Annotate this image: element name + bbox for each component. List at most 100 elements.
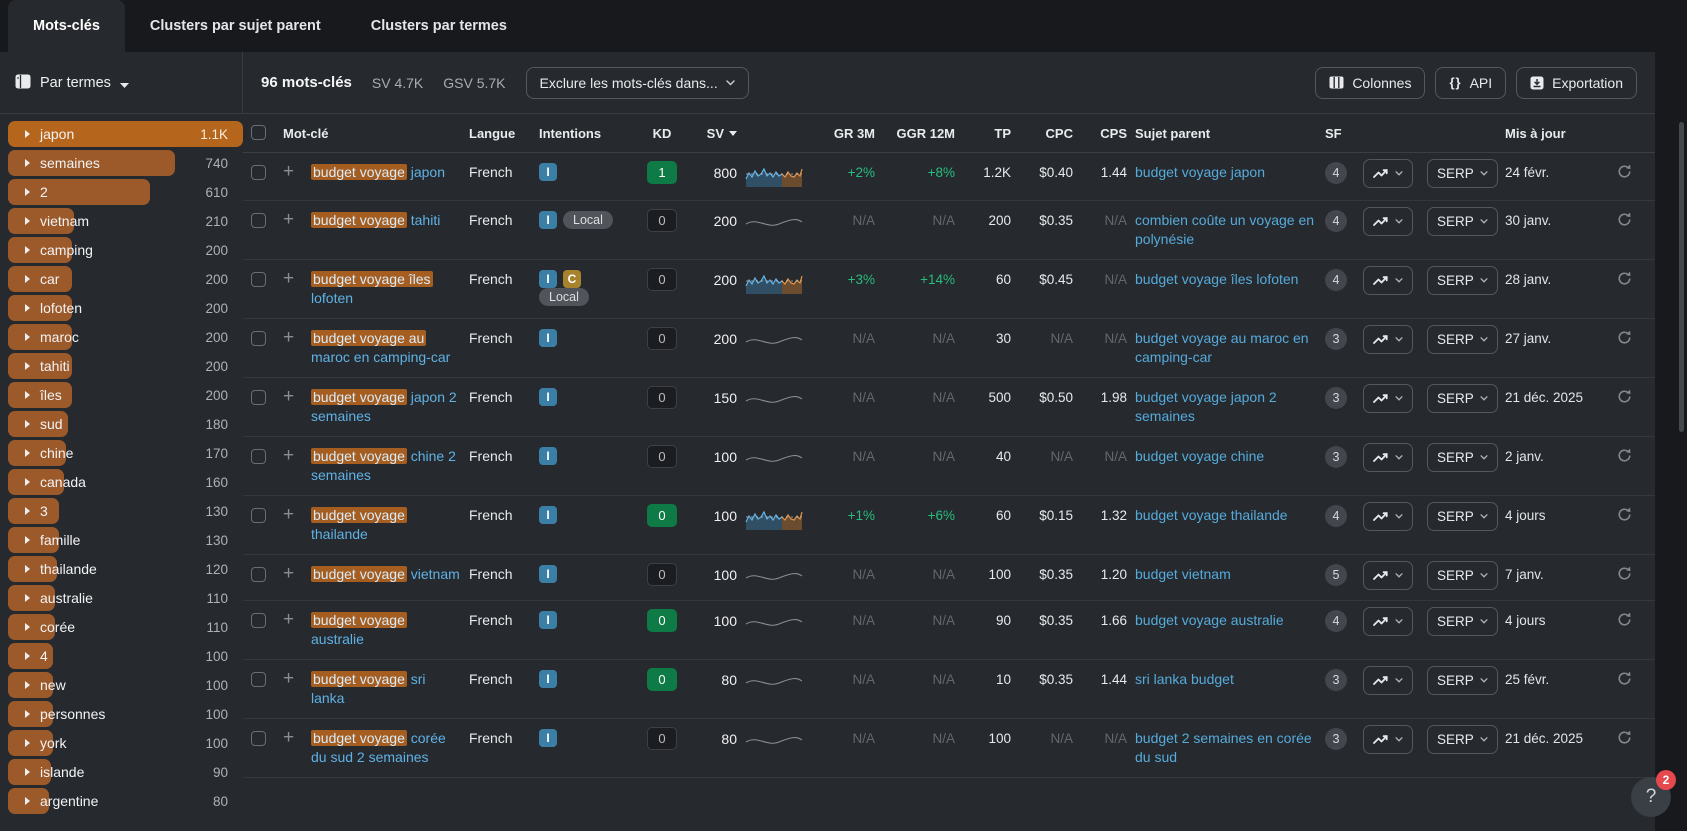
parent-topic-link[interactable]: budget voyage chine (1135, 447, 1317, 466)
keyword-link[interactable]: budget voyage chine 2 semaines (311, 447, 461, 485)
add-keyword-button[interactable]: + (283, 505, 303, 524)
refresh-icon[interactable] (1617, 271, 1645, 289)
sidebar-term[interactable]: maroc 200 (8, 324, 235, 350)
keyword-link[interactable]: budget voyage corée du sud 2 semaines (311, 729, 461, 767)
expand-caret-icon[interactable] (25, 565, 30, 573)
header-sv[interactable]: SV (689, 126, 737, 141)
sidebar-term[interactable]: japon 1.1K (8, 121, 243, 147)
sidebar-term[interactable]: camping 200 (8, 237, 235, 263)
refresh-icon[interactable] (1617, 164, 1645, 182)
sidebar-term[interactable]: york 100 (8, 730, 235, 756)
sidebar-term[interactable]: australie 110 (8, 585, 235, 611)
expand-caret-icon[interactable] (25, 333, 30, 341)
add-keyword-button[interactable]: + (283, 669, 303, 688)
columns-button[interactable]: Colonnes (1315, 66, 1426, 99)
sidebar-term[interactable]: argentine 80 (8, 788, 235, 814)
add-keyword-button[interactable]: + (283, 564, 303, 583)
sidebar-term[interactable]: famille 130 (8, 527, 235, 553)
expand-caret-icon[interactable] (25, 246, 30, 254)
serp-button[interactable]: SERP (1427, 561, 1498, 590)
refresh-icon[interactable] (1617, 330, 1645, 348)
sidebar-term[interactable]: lofoten 200 (8, 295, 235, 321)
parent-topic-link[interactable]: budget vietnam (1135, 565, 1317, 584)
position-history-button[interactable] (1363, 502, 1413, 531)
position-history-button[interactable] (1363, 725, 1413, 754)
row-checkbox[interactable] (251, 731, 266, 746)
expand-caret-icon[interactable] (25, 188, 30, 196)
refresh-icon[interactable] (1617, 671, 1645, 689)
add-keyword-button[interactable]: + (283, 269, 303, 288)
refresh-icon[interactable] (1617, 730, 1645, 748)
row-checkbox[interactable] (251, 567, 266, 582)
tab[interactable]: Clusters par sujet parent (125, 0, 346, 52)
refresh-icon[interactable] (1617, 566, 1645, 584)
refresh-icon[interactable] (1617, 448, 1645, 466)
serp-button[interactable]: SERP (1427, 207, 1498, 236)
expand-caret-icon[interactable] (25, 739, 30, 747)
expand-caret-icon[interactable] (25, 652, 30, 660)
header-parent[interactable]: Sujet parent (1135, 126, 1317, 141)
serp-button[interactable]: SERP (1427, 384, 1498, 413)
parent-topic-link[interactable]: sri lanka budget (1135, 670, 1317, 689)
expand-caret-icon[interactable] (25, 623, 30, 631)
sidebar-term[interactable]: sud 180 (8, 411, 235, 437)
expand-caret-icon[interactable] (25, 681, 30, 689)
add-keyword-button[interactable]: + (283, 328, 303, 347)
help-button[interactable]: ? 2 (1631, 770, 1676, 817)
header-cpc[interactable]: CPC (1019, 126, 1073, 141)
expand-caret-icon[interactable] (25, 275, 30, 283)
position-history-button[interactable] (1363, 607, 1413, 636)
vertical-scrollbar[interactable] (1679, 122, 1684, 432)
expand-caret-icon[interactable] (25, 449, 30, 457)
row-checkbox[interactable] (251, 272, 266, 287)
sidebar-term[interactable]: 2 610 (8, 179, 235, 205)
add-keyword-button[interactable]: + (283, 387, 303, 406)
header-intents[interactable]: Intentions (539, 126, 635, 141)
tab[interactable]: Mots-clés (8, 0, 125, 52)
serp-button[interactable]: SERP (1427, 443, 1498, 472)
refresh-icon[interactable] (1617, 212, 1645, 230)
sidebar-term[interactable]: personnes 100 (8, 701, 235, 727)
row-checkbox[interactable] (251, 213, 266, 228)
expand-caret-icon[interactable] (25, 362, 30, 370)
row-checkbox[interactable] (251, 165, 266, 180)
keyword-link[interactable]: budget voyage tahiti (311, 211, 461, 230)
expand-caret-icon[interactable] (25, 797, 30, 805)
sidebar-term[interactable]: semaines 740 (8, 150, 235, 176)
keyword-link[interactable]: budget voyage au maroc en camping-car (311, 329, 461, 367)
add-keyword-button[interactable]: + (283, 610, 303, 629)
header-sf[interactable]: SF (1325, 126, 1355, 141)
exclude-keywords-button[interactable]: Exclure les mots-clés dans... (525, 66, 749, 99)
parent-topic-link[interactable]: budget voyage au maroc en camping-car (1135, 329, 1317, 367)
position-history-button[interactable] (1363, 443, 1413, 472)
parent-topic-link[interactable]: combien coûte un voyage en polynésie (1135, 211, 1317, 249)
header-updated[interactable]: Mis à jour (1505, 126, 1609, 141)
serp-button[interactable]: SERP (1427, 607, 1498, 636)
position-history-button[interactable] (1363, 266, 1413, 295)
sidebar-term[interactable]: vietnam 210 (8, 208, 235, 234)
header-ggr12m[interactable]: GGR 12M (883, 126, 955, 141)
parent-topic-link[interactable]: budget voyage thailande (1135, 506, 1317, 525)
expand-caret-icon[interactable] (25, 391, 30, 399)
row-checkbox[interactable] (251, 449, 266, 464)
expand-caret-icon[interactable] (25, 217, 30, 225)
refresh-icon[interactable] (1617, 389, 1645, 407)
header-language[interactable]: Langue (469, 126, 531, 141)
serp-button[interactable]: SERP (1427, 725, 1498, 754)
keyword-link[interactable]: budget voyage australie (311, 611, 461, 649)
sidebar-term[interactable]: car 200 (8, 266, 235, 292)
sidebar-term[interactable]: corée 110 (8, 614, 235, 640)
serp-button[interactable]: SERP (1427, 325, 1498, 354)
keyword-link[interactable]: budget voyage vietnam (311, 565, 461, 584)
view-selector[interactable]: Par termes (0, 52, 243, 113)
add-keyword-button[interactable]: + (283, 728, 303, 747)
sidebar-term[interactable]: islande 90 (8, 759, 235, 785)
parent-topic-link[interactable]: budget 2 semaines en corée du sud (1135, 729, 1317, 767)
sidebar-term[interactable]: thailande 120 (8, 556, 235, 582)
parent-topic-link[interactable]: budget voyage îles lofoten (1135, 270, 1317, 289)
position-history-button[interactable] (1363, 384, 1413, 413)
position-history-button[interactable] (1363, 561, 1413, 590)
position-history-button[interactable] (1363, 666, 1413, 695)
sidebar-term[interactable]: chine 170 (8, 440, 235, 466)
header-keyword[interactable]: Mot-clé (283, 126, 461, 141)
